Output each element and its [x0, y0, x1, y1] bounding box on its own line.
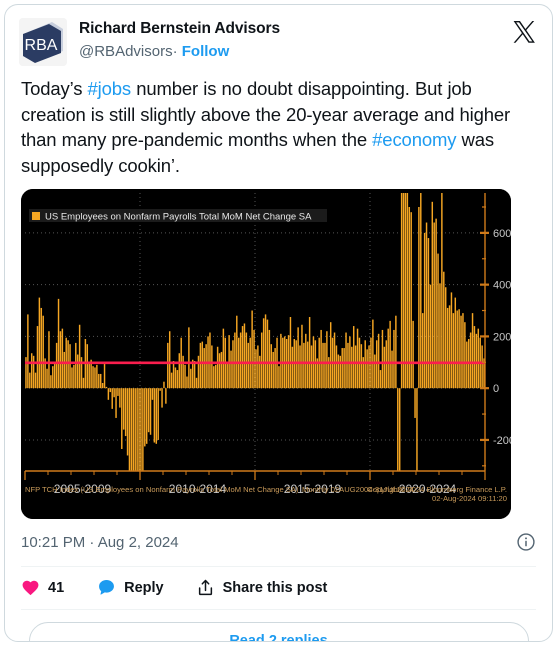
action-bar: 41 Reply Share this post — [5, 567, 552, 597]
info-circle-icon[interactable] — [516, 532, 536, 552]
svg-text:NFP TCH Index (US Employees on: NFP TCH Index (US Employees on Nonfarm P… — [25, 485, 299, 494]
tweet-card: RBA Richard Bernstein Advisors @RBAdviso… — [4, 4, 553, 642]
rba-logo-icon: RBA — [19, 18, 67, 66]
x-logo-glyph — [513, 21, 535, 43]
hashtag-jobs[interactable]: #jobs — [88, 78, 132, 99]
svg-text:Copyright© 2024 Bloomberg Fina: Copyright© 2024 Bloomberg Finance L.P. — [367, 485, 507, 494]
tweet-text: Today’s #jobs number is no doubt disappo… — [5, 66, 552, 178]
heart-icon — [22, 580, 39, 596]
share-button[interactable]: Share this post — [196, 578, 328, 597]
svg-text:400: 400 — [493, 280, 511, 292]
avatar[interactable]: RBA — [19, 18, 67, 66]
reply-button[interactable]: Reply — [97, 578, 164, 597]
info-circle-glyph — [517, 533, 535, 551]
chart-image[interactable]: -20002004006002005-20092010-20142015-201… — [21, 189, 511, 519]
like-count: 41 — [48, 579, 65, 596]
speech-bubble-icon — [99, 580, 115, 595]
x-logo-icon[interactable] — [512, 20, 536, 44]
timestamp-row: 10:21 PM · Aug 2, 2024 — [5, 519, 552, 553]
account-name-block: Richard Bernstein Advisors @RBAdvisors· … — [79, 18, 538, 62]
svg-text:-200: -200 — [493, 435, 511, 447]
like-button[interactable]: 41 — [21, 578, 64, 597]
svg-text:600: 600 — [493, 228, 511, 240]
follow-button[interactable]: Follow — [182, 43, 230, 60]
share-up-arrow-icon — [198, 579, 212, 596]
divider-bottom — [21, 609, 536, 610]
read-replies-button[interactable]: Read 2 replies — [28, 622, 529, 641]
bloomberg-chart: -20002004006002005-20092010-20142015-201… — [21, 189, 511, 519]
svg-text:0: 0 — [493, 383, 499, 395]
svg-text:US Employees on Nonfarm Payrol: US Employees on Nonfarm Payrolls Total M… — [45, 212, 312, 223]
handle-separator: · — [172, 43, 178, 60]
svg-text:200: 200 — [493, 331, 511, 343]
account-handle: @RBAdvisors — [79, 43, 173, 60]
tweet-text-segment-1: Today’s — [21, 78, 88, 99]
handle-row: @RBAdvisors· Follow — [79, 41, 538, 62]
display-name: Richard Bernstein Advisors — [79, 20, 280, 37]
share-label: Share this post — [222, 579, 328, 596]
hashtag-economy[interactable]: #economy — [372, 129, 456, 150]
chart-legend: US Employees on Nonfarm Payrolls Total M… — [29, 209, 327, 223]
svg-text:RBA: RBA — [25, 37, 58, 54]
svg-text:02-Aug-2024 09:11:20: 02-Aug-2024 09:11:20 — [432, 494, 507, 503]
tweet-timestamp: 10:21 PM · Aug 2, 2024 — [21, 534, 179, 551]
reply-label: Reply — [124, 579, 164, 596]
tweet-header: RBA Richard Bernstein Advisors @RBAdviso… — [5, 5, 552, 66]
